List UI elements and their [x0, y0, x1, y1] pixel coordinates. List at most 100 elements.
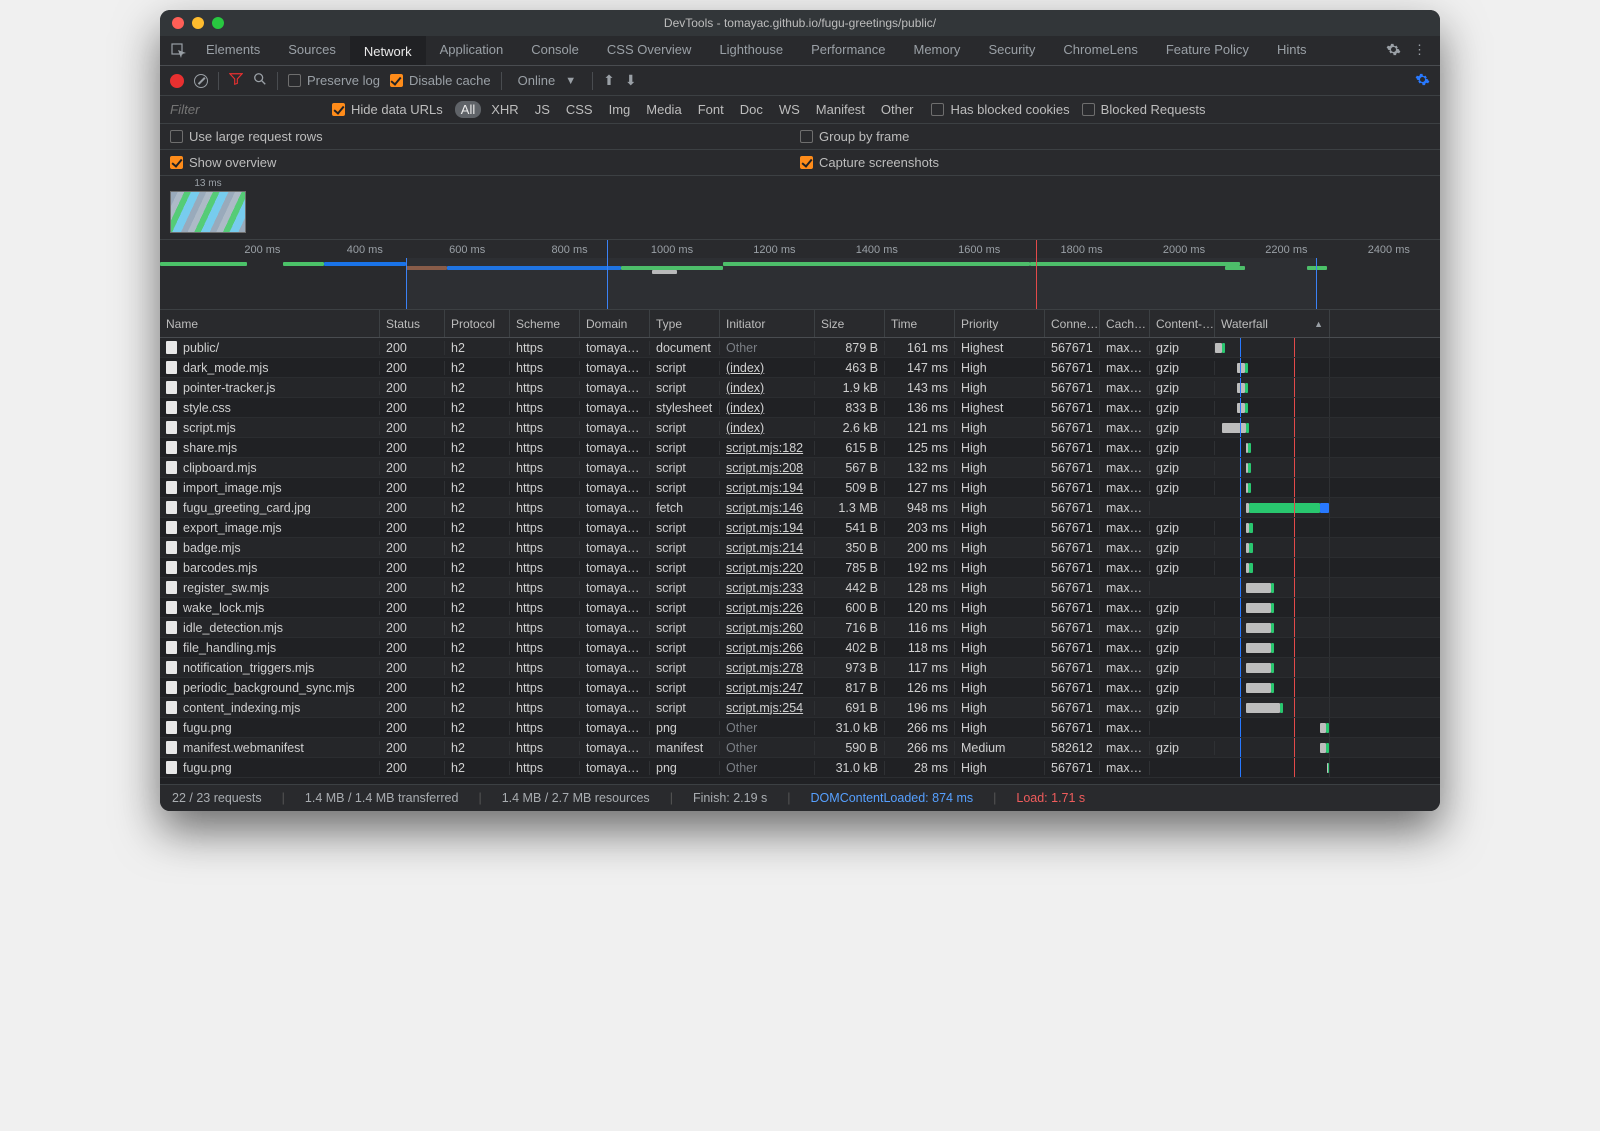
tab-sources[interactable]: Sources	[274, 36, 350, 65]
filter-pill-doc[interactable]: Doc	[734, 101, 769, 118]
gear-icon[interactable]	[1386, 42, 1401, 60]
table-row[interactable]: fugu.png200h2httpstomayac…pngOther31.0 k…	[160, 758, 1440, 778]
table-row[interactable]: badge.mjs200h2httpstomayac…scriptscript.…	[160, 538, 1440, 558]
col-header[interactable]: Waterfall▲	[1215, 310, 1330, 337]
cell-initiator[interactable]: script.mjs:208	[720, 461, 815, 475]
table-row[interactable]: pointer-tracker.js200h2httpstomayac…scri…	[160, 378, 1440, 398]
minimize-window-icon[interactable]	[192, 17, 204, 29]
use-large-rows-checkbox[interactable]: Use large request rows	[170, 129, 323, 144]
col-header[interactable]: Size	[815, 310, 885, 337]
tab-hints[interactable]: Hints	[1263, 36, 1321, 65]
col-header[interactable]: Status	[380, 310, 445, 337]
table-row[interactable]: barcodes.mjs200h2httpstomayac…scriptscri…	[160, 558, 1440, 578]
tab-security[interactable]: Security	[974, 36, 1049, 65]
table-row[interactable]: public/200h2httpstomayac…documentOther87…	[160, 338, 1440, 358]
table-row[interactable]: style.css200h2httpstomayac…stylesheet(in…	[160, 398, 1440, 418]
hide-data-urls-checkbox[interactable]: Hide data URLs	[332, 102, 443, 117]
table-row[interactable]: fugu_greeting_card.jpg200h2httpstomayac……	[160, 498, 1440, 518]
cell-initiator[interactable]: script.mjs:146	[720, 501, 815, 515]
export-har-icon[interactable]: ⬇	[625, 72, 637, 89]
blocked-requests-checkbox[interactable]: Blocked Requests	[1082, 102, 1206, 117]
cell-initiator[interactable]: script.mjs:182	[720, 441, 815, 455]
filter-pill-css[interactable]: CSS	[560, 101, 599, 118]
table-row[interactable]: clipboard.mjs200h2httpstomayac…scriptscr…	[160, 458, 1440, 478]
has-blocked-cookies-checkbox[interactable]: Has blocked cookies	[931, 102, 1069, 117]
table-row[interactable]: share.mjs200h2httpstomayac…scriptscript.…	[160, 438, 1440, 458]
disable-cache-checkbox[interactable]: Disable cache	[390, 73, 491, 88]
capture-screenshots-checkbox[interactable]: Capture screenshots	[800, 155, 939, 170]
cell-initiator[interactable]: script.mjs:278	[720, 661, 815, 675]
clear-icon[interactable]	[194, 74, 208, 88]
cell-initiator[interactable]: script.mjs:194	[720, 521, 815, 535]
kebab-menu-icon[interactable]: ⋮	[1413, 42, 1426, 60]
maximize-window-icon[interactable]	[212, 17, 224, 29]
cell-initiator[interactable]: script.mjs:220	[720, 561, 815, 575]
cell-initiator[interactable]: (index)	[720, 421, 815, 435]
filter-pill-media[interactable]: Media	[640, 101, 687, 118]
table-row[interactable]: content_indexing.mjs200h2httpstomayac…sc…	[160, 698, 1440, 718]
table-row[interactable]: notification_triggers.mjs200h2httpstomay…	[160, 658, 1440, 678]
filter-pill-xhr[interactable]: XHR	[485, 101, 524, 118]
tab-lighthouse[interactable]: Lighthouse	[705, 36, 797, 65]
table-row[interactable]: fugu.png200h2httpstomayac…pngOther31.0 k…	[160, 718, 1440, 738]
timeline-overview[interactable]: 200 ms400 ms600 ms800 ms1000 ms1200 ms14…	[160, 240, 1440, 310]
search-icon[interactable]	[253, 72, 267, 89]
cell-initiator[interactable]: script.mjs:260	[720, 621, 815, 635]
filter-input[interactable]	[170, 102, 320, 117]
filter-pill-img[interactable]: Img	[603, 101, 637, 118]
cell-initiator[interactable]: script.mjs:233	[720, 581, 815, 595]
cell-initiator[interactable]: (index)	[720, 401, 815, 415]
col-header[interactable]: Type	[650, 310, 720, 337]
cell-initiator[interactable]: script.mjs:226	[720, 601, 815, 615]
col-header[interactable]: Priority	[955, 310, 1045, 337]
col-header[interactable]: Scheme	[510, 310, 580, 337]
col-header[interactable]: Name	[160, 310, 380, 337]
filter-pill-other[interactable]: Other	[875, 101, 920, 118]
inspect-icon[interactable]	[166, 43, 192, 59]
record-icon[interactable]	[170, 74, 184, 88]
filter-icon[interactable]	[229, 72, 243, 89]
filter-pill-js[interactable]: JS	[529, 101, 556, 118]
cell-initiator[interactable]: script.mjs:214	[720, 541, 815, 555]
cell-initiator[interactable]: (index)	[720, 361, 815, 375]
tab-console[interactable]: Console	[517, 36, 593, 65]
table-row[interactable]: manifest.webmanifest200h2httpstomayac…ma…	[160, 738, 1440, 758]
cell-initiator[interactable]: script.mjs:266	[720, 641, 815, 655]
show-overview-checkbox[interactable]: Show overview	[170, 155, 276, 170]
cell-initiator[interactable]: script.mjs:247	[720, 681, 815, 695]
tab-feature-policy[interactable]: Feature Policy	[1152, 36, 1263, 65]
col-header[interactable]: Time	[885, 310, 955, 337]
col-header[interactable]: Cach…	[1100, 310, 1150, 337]
table-row[interactable]: register_sw.mjs200h2httpstomayac…scripts…	[160, 578, 1440, 598]
throttling-select[interactable]: Online ▼	[512, 72, 582, 89]
timeline-selection[interactable]	[406, 258, 1317, 309]
filter-pill-font[interactable]: Font	[692, 101, 730, 118]
table-row[interactable]: periodic_background_sync.mjs200h2httpsto…	[160, 678, 1440, 698]
tab-chromelens[interactable]: ChromeLens	[1049, 36, 1151, 65]
filter-pill-ws[interactable]: WS	[773, 101, 806, 118]
tab-elements[interactable]: Elements	[192, 36, 274, 65]
table-row[interactable]: wake_lock.mjs200h2httpstomayac…scriptscr…	[160, 598, 1440, 618]
group-by-frame-checkbox[interactable]: Group by frame	[800, 129, 909, 144]
cell-initiator[interactable]: script.mjs:254	[720, 701, 815, 715]
close-window-icon[interactable]	[172, 17, 184, 29]
col-header[interactable]: Conne…	[1045, 310, 1100, 337]
col-header[interactable]: Protocol	[445, 310, 510, 337]
table-row[interactable]: export_image.mjs200h2httpstomayac…script…	[160, 518, 1440, 538]
import-har-icon[interactable]: ⬆	[603, 72, 615, 89]
col-header[interactable]: Domain	[580, 310, 650, 337]
col-header[interactable]: Content-…	[1150, 310, 1215, 337]
table-row[interactable]: dark_mode.mjs200h2httpstomayac…script(in…	[160, 358, 1440, 378]
tab-css-overview[interactable]: CSS Overview	[593, 36, 706, 65]
screenshot-thumb[interactable]	[170, 191, 246, 233]
tab-performance[interactable]: Performance	[797, 36, 899, 65]
table-row[interactable]: file_handling.mjs200h2httpstomayac…scrip…	[160, 638, 1440, 658]
col-header[interactable]: Initiator	[720, 310, 815, 337]
cell-initiator[interactable]: script.mjs:194	[720, 481, 815, 495]
network-settings-gear-icon[interactable]	[1415, 72, 1430, 90]
filter-pill-all[interactable]: All	[455, 101, 481, 118]
tab-memory[interactable]: Memory	[899, 36, 974, 65]
table-row[interactable]: import_image.mjs200h2httpstomayac…script…	[160, 478, 1440, 498]
table-header[interactable]: NameStatusProtocolSchemeDomainTypeInitia…	[160, 310, 1440, 338]
table-row[interactable]: idle_detection.mjs200h2httpstomayac…scri…	[160, 618, 1440, 638]
